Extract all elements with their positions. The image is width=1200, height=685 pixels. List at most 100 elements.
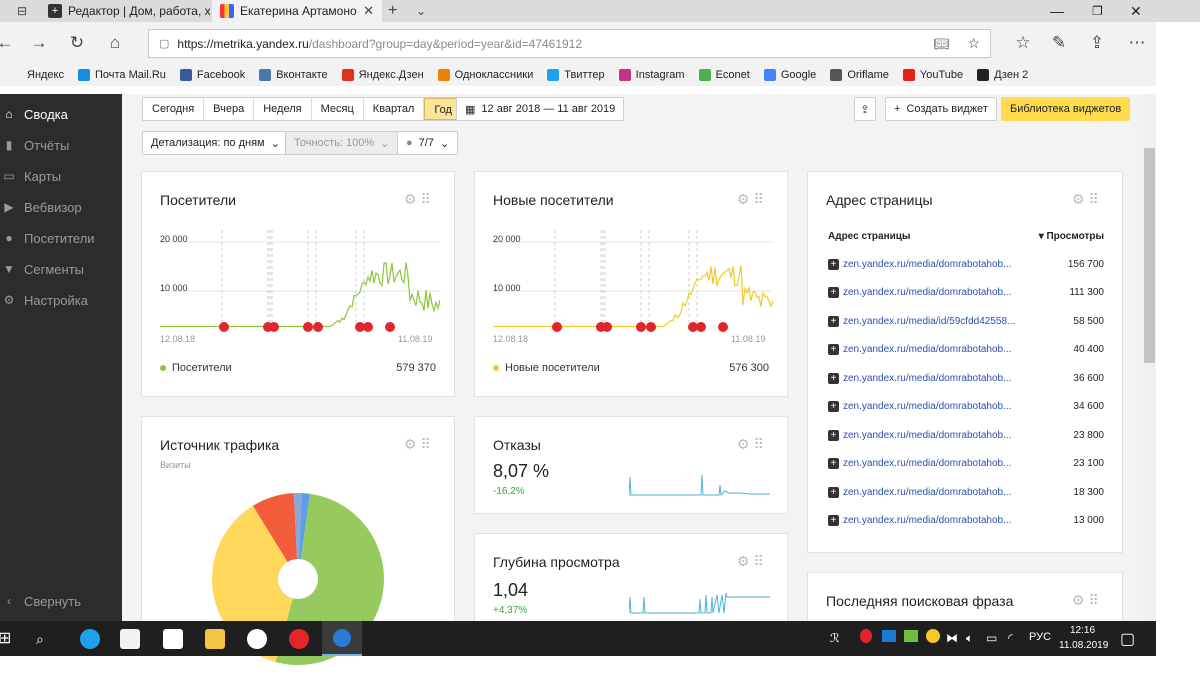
bookmark-4[interactable]: Яндекс.Дзен [341, 69, 424, 81]
notifications-icon[interactable]: ▢ [1120, 629, 1135, 649]
folder-icon[interactable] [205, 629, 225, 649]
bookmark-7[interactable]: Instagram [618, 69, 685, 81]
page-link[interactable]: zen.yandex.ru/media/domrabotahob... [843, 344, 1044, 355]
widget-settings-icon[interactable]: ⚙⠿ [737, 436, 768, 453]
sidebar-item-webvisor[interactable]: ▶ Вебвизор [0, 195, 122, 219]
detail-dropdown[interactable]: Детализация: по дням ⌄ [142, 131, 289, 155]
sidebar-item-segments[interactable]: ▼ Сегменты [0, 257, 122, 281]
expand-plus-icon[interactable]: + [828, 401, 839, 412]
expand-plus-icon[interactable]: + [828, 515, 839, 526]
page-link[interactable]: zen.yandex.ru/media/domrabotahob... [843, 430, 1044, 441]
edge-taskbar-item[interactable] [322, 621, 362, 656]
clock-date[interactable]: 11.08.2019 [1059, 640, 1108, 651]
period-3[interactable]: Месяц [312, 98, 364, 120]
expand-plus-icon[interactable]: + [828, 315, 839, 327]
annotation-marker-icon[interactable] [646, 322, 656, 332]
annotation-marker-icon[interactable] [363, 322, 373, 332]
page-link[interactable]: zen.yandex.ru/media/domrabotahob... [843, 515, 1044, 526]
share-icon[interactable]: ⇪ [1086, 32, 1108, 54]
people-icon[interactable]: ℛ [830, 631, 840, 645]
network-icon[interactable]: ⧓ [946, 631, 958, 645]
wifi-icon[interactable]: ◜ [1008, 631, 1013, 645]
favorites-icon[interactable]: ☆ [1012, 32, 1034, 54]
close-window-icon[interactable]: ✕ [1130, 0, 1142, 22]
expand-plus-icon[interactable]: + [828, 372, 839, 384]
forward-icon[interactable]: → [28, 32, 50, 54]
annotation-marker-icon[interactable] [303, 322, 313, 332]
legend-item[interactable]: Новые посетители [493, 362, 600, 374]
expand-plus-icon[interactable]: + [828, 486, 839, 498]
expand-plus-icon[interactable]: + [828, 287, 839, 298]
tray-app-icon[interactable] [882, 630, 896, 642]
tray-app-icon[interactable] [926, 629, 940, 643]
mail-icon[interactable] [163, 629, 183, 649]
page-link[interactable]: zen.yandex.ru/media/domrabotahob... [843, 487, 1044, 498]
column-header-sorted[interactable]: ▾ Просмотры [1039, 231, 1104, 242]
more-icon[interactable]: ⋯ [1126, 32, 1148, 54]
restore-icon[interactable]: ❐ [1092, 0, 1103, 22]
annotation-marker-icon[interactable] [385, 322, 395, 332]
minimize-icon[interactable]: — [1050, 0, 1064, 22]
annotation-marker-icon[interactable] [269, 322, 279, 332]
widget-library-button[interactable]: Библиотека виджетов [1001, 97, 1131, 121]
sidebar-collapse[interactable]: ‹ Свернуть [0, 589, 122, 613]
annotation-marker-icon[interactable] [602, 322, 612, 332]
page-link[interactable]: zen.yandex.ru/media/domrabotahob... [843, 287, 1044, 298]
windows-start-icon[interactable]: ⊞ [0, 629, 18, 649]
tab-metrika[interactable]: Екатерина Артамонова ✕ [212, 0, 382, 22]
tab-editor[interactable]: + Редактор | Дом, работа, хо [40, 0, 210, 22]
tab-actions-icon[interactable]: ⊟ [14, 0, 30, 22]
widget-settings-icon[interactable]: ⚙⠿ [1072, 191, 1103, 208]
reading-view-icon[interactable]: 📖︎ [933, 36, 950, 52]
widget-settings-icon[interactable]: ⚙⠿ [404, 436, 435, 453]
bookmark-11[interactable]: YouTube [902, 69, 963, 81]
expand-plus-icon[interactable]: + [828, 458, 839, 469]
annotation-marker-icon[interactable] [696, 322, 706, 332]
expand-plus-icon[interactable]: + [828, 344, 839, 355]
period-0[interactable]: Сегодня [143, 98, 205, 120]
star-icon[interactable]: ☆ [967, 35, 980, 52]
opera-icon[interactable] [289, 629, 309, 649]
tab-list-chevron-icon[interactable]: ⌄ [416, 0, 426, 22]
column-header[interactable]: Адрес страницы [828, 231, 910, 242]
bookmark-5[interactable]: Одноклассники [437, 69, 533, 81]
pen-icon[interactable]: ✎ [1048, 32, 1070, 54]
period-2[interactable]: Неделя [254, 98, 312, 120]
legend-item[interactable]: Посетители [160, 362, 232, 374]
widget-settings-icon[interactable]: ⚙⠿ [737, 553, 768, 570]
export-button[interactable]: ⇪ [854, 97, 876, 121]
bookmark-1[interactable]: Почта Mail.Ru [78, 69, 166, 81]
date-range-picker[interactable]: ▦ 12 авг 2018 — 11 авг 2019 [456, 97, 625, 121]
sidebar-item-reports[interactable]: ▮ Отчёты [0, 133, 122, 157]
accuracy-dropdown[interactable]: Точность: 100% ⌄ [285, 131, 399, 155]
home-icon[interactable]: ⌂ [104, 32, 126, 54]
refresh-icon[interactable]: ↻ [66, 32, 88, 54]
bookmark-0[interactable]: Яндекс [10, 69, 64, 81]
page-link[interactable]: zen.yandex.ru/media/domrabotahob... [843, 458, 1044, 469]
sidebar-item-visitors[interactable]: ● Посетители [0, 226, 122, 250]
annotations-dropdown[interactable]: ● 7/7 ⌄ [397, 131, 459, 155]
annotation-marker-icon[interactable] [636, 322, 646, 332]
skype-icon[interactable] [80, 629, 100, 649]
store-icon[interactable] [120, 629, 140, 649]
sidebar-item-summary[interactable]: ⌂ Сводка [0, 102, 122, 126]
bookmark-9[interactable]: Google [763, 69, 816, 81]
tray-app-icon[interactable] [904, 630, 918, 642]
close-tab-icon[interactable]: ✕ [363, 3, 374, 19]
page-link[interactable]: zen.yandex.ru/media/domrabotahob... [843, 259, 1044, 270]
annotation-marker-icon[interactable] [718, 322, 728, 332]
search-icon[interactable]: ⌕ [36, 629, 56, 649]
bookmark-2[interactable]: Facebook [179, 69, 245, 81]
battery-icon[interactable]: ▭ [986, 631, 997, 645]
period-4[interactable]: Квартал [364, 98, 425, 120]
opera-tray-icon[interactable] [860, 629, 872, 643]
bookmark-10[interactable]: Oriflame [830, 69, 889, 81]
page-link[interactable]: zen.yandex.ru/media/domrabotahob... [843, 373, 1044, 384]
volume-icon[interactable]: 🔈︎ [966, 631, 973, 646]
expand-plus-icon[interactable]: + [828, 258, 839, 270]
sidebar-item-maps[interactable]: ▭ Карты [0, 164, 122, 188]
bookmark-12[interactable]: Дзен 2 [977, 69, 1028, 81]
page-link[interactable]: zen.yandex.ru/media/id/59cfdd42558... [843, 316, 1044, 327]
back-icon[interactable]: ← [0, 32, 16, 54]
new-tab-icon[interactable]: + [388, 0, 397, 22]
